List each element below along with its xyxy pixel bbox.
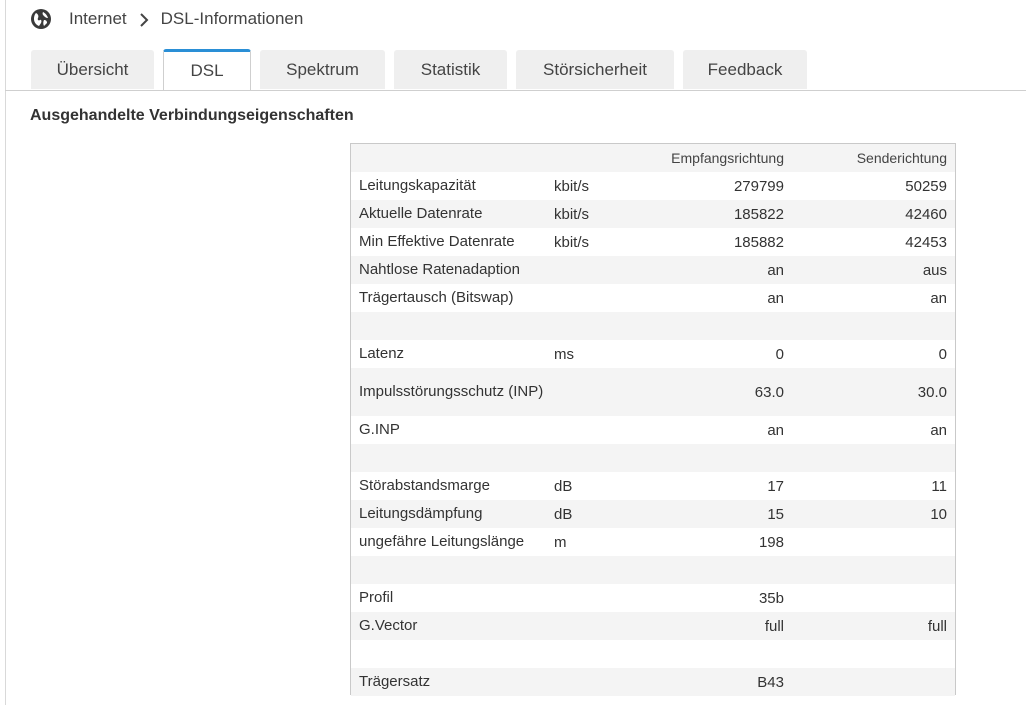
table-row: Impulsstörungsschutz (INP) 63.0 30.0 — [351, 368, 955, 416]
table-row: Leitungskapazität kbit/s 279799 50259 — [351, 172, 955, 200]
row-down: an — [767, 421, 784, 439]
row-label: G.INP — [359, 421, 400, 438]
row-up: 11 — [931, 477, 947, 495]
row-down: 15 — [767, 505, 784, 523]
row-label: Störabstandsmarge — [359, 477, 490, 494]
row-unit: m — [554, 533, 567, 551]
row-unit: ms — [554, 345, 574, 363]
tab-feedback[interactable]: Feedback — [683, 50, 807, 89]
table-row: ungefähre Leitungslänge m 198 — [351, 528, 955, 556]
row-label: Trägersatz — [359, 673, 431, 690]
globe-icon[interactable] — [30, 8, 52, 30]
row-down: 198 — [758, 533, 784, 551]
row-up: 42453 — [905, 233, 947, 251]
tab-spektrum[interactable]: Spektrum — [260, 50, 385, 89]
header-down: Empfangsrichtung — [671, 150, 784, 166]
row-up: 50259 — [905, 177, 947, 195]
breadcrumb: Internet DSL-Informationen — [30, 6, 303, 32]
row-down: 17 — [767, 477, 784, 495]
table-header-row: Empfangsrichtung Senderichtung — [351, 144, 955, 172]
tab-statistik[interactable]: Statistik — [394, 50, 507, 89]
row-label: Leitungsdämpfung — [359, 505, 483, 522]
row-down: 279799 — [733, 177, 784, 195]
chevron-right-icon — [139, 12, 149, 27]
table-row: Min Effektive Datenrate kbit/s 185882 42… — [351, 228, 955, 256]
dsl-properties-table: Empfangsrichtung Senderichtung Leitungsk… — [350, 143, 956, 696]
table-row: G.Vector full full — [351, 612, 955, 640]
table-spacer-row — [351, 640, 955, 668]
row-label: Profil — [359, 589, 394, 606]
table-row: Nahtlose Ratenadaption an aus — [351, 256, 955, 284]
table-row: Latenz ms 0 0 — [351, 340, 955, 368]
table-row: Leitungsdämpfung dB 15 10 — [351, 500, 955, 528]
row-unit: dB — [554, 477, 573, 495]
table-row: Trägertausch (Bitswap) an an — [351, 284, 955, 312]
row-down: full — [764, 617, 784, 635]
row-up: an — [930, 289, 947, 307]
header-up: Senderichtung — [856, 150, 947, 166]
row-unit: kbit/s — [554, 205, 590, 223]
row-up: 10 — [930, 505, 947, 523]
row-label: Trägertausch (Bitswap) — [359, 289, 514, 306]
breadcrumb-current: DSL-Informationen — [160, 9, 304, 28]
row-unit: kbit/s — [554, 233, 590, 251]
row-down: 185882 — [733, 233, 784, 251]
row-down: B43 — [757, 673, 784, 691]
row-label: ungefähre Leitungslänge — [359, 533, 525, 550]
tab-bar-divider — [5, 90, 1026, 91]
row-up: aus — [922, 261, 947, 279]
tab-uebersicht[interactable]: Übersicht — [31, 50, 154, 89]
row-down: an — [767, 289, 784, 307]
table-row: Aktuelle Datenrate kbit/s 185822 42460 — [351, 200, 955, 228]
row-down: 0 — [775, 345, 784, 363]
row-up: 30.0 — [917, 383, 947, 401]
table-spacer-row — [351, 312, 955, 340]
tab-dsl[interactable]: DSL — [163, 49, 251, 90]
row-label: Min Effektive Datenrate — [359, 233, 515, 250]
row-label: Aktuelle Datenrate — [359, 205, 483, 222]
section-title: Ausgehandelte Verbindungseigenschaften — [30, 107, 354, 124]
row-up: 42460 — [905, 205, 947, 223]
row-down: 35b — [758, 589, 784, 607]
table-row: Profil 35b — [351, 584, 955, 612]
page-left-border — [5, 0, 6, 705]
breadcrumb-root[interactable]: Internet — [69, 9, 127, 29]
row-label: Latenz — [359, 345, 405, 362]
row-label: Nahtlose Ratenadaption — [359, 261, 520, 278]
row-down: 63.0 — [754, 383, 784, 401]
row-up: full — [927, 617, 947, 635]
row-label: Impulsstörungsschutz (INP) — [359, 383, 544, 400]
table-spacer-row — [351, 444, 955, 472]
table-row: G.INP an an — [351, 416, 955, 444]
row-down: 185822 — [733, 205, 784, 223]
table-row: Störabstandsmarge dB 17 11 — [351, 472, 955, 500]
row-down: an — [767, 261, 784, 279]
tab-stoersicherheit[interactable]: Störsicherheit — [516, 50, 674, 89]
row-label: Leitungskapazität — [359, 177, 476, 194]
row-label: G.Vector — [359, 617, 418, 634]
row-up: an — [930, 421, 947, 439]
tab-bar: Übersicht DSL Spektrum Statistik Störsic… — [31, 49, 807, 90]
row-up: 0 — [938, 345, 947, 363]
table-spacer-row — [351, 556, 955, 584]
row-unit: kbit/s — [554, 177, 590, 195]
table-row: Trägersatz B43 — [351, 668, 955, 696]
row-unit: dB — [554, 505, 573, 523]
